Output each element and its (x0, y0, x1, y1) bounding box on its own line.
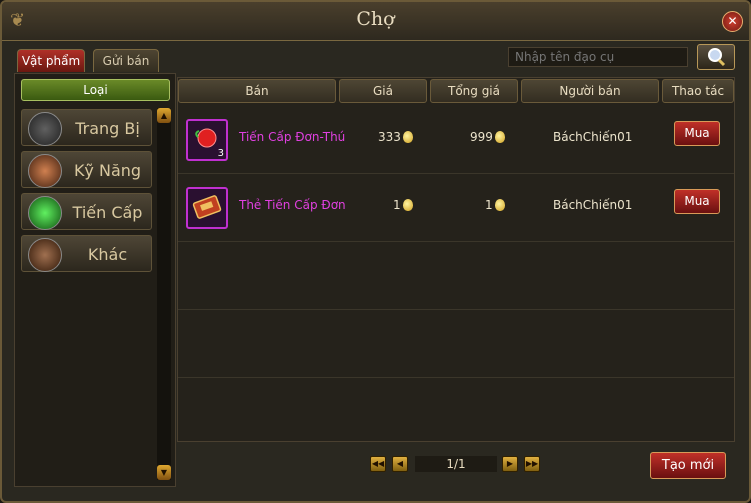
column-header-total: Tổng giá (430, 79, 518, 103)
category-label: Trang Bị (75, 119, 140, 138)
total-value: 999 (470, 130, 493, 144)
first-page-button[interactable]: ◀◀ (370, 456, 386, 472)
search-input[interactable] (508, 47, 688, 67)
category-label: Khác (87, 245, 128, 264)
category-item-upgrade[interactable]: Tiến Cấp (21, 193, 152, 230)
buy-button[interactable]: Mua (674, 189, 720, 214)
tab-consign[interactable]: Gửi bán (93, 49, 159, 72)
column-header-seller: Người bán (521, 79, 659, 103)
total-value: 1 (485, 198, 493, 212)
coin-icon (402, 199, 413, 211)
price-cell: 333 (378, 130, 413, 144)
page-indicator: 1/1 (415, 456, 497, 472)
coin-icon (494, 199, 505, 211)
prev-page-icon: ◀ (396, 459, 404, 468)
price-cell: 1 (393, 198, 413, 212)
skill-book-icon (28, 154, 62, 188)
table-row-empty (178, 241, 734, 310)
column-header-action: Thao tác (662, 79, 734, 103)
table-row: Thẻ Tiến Cấp Đơn 1 1 BáchChiến01 Mua (178, 173, 734, 242)
column-header-item: Bán (178, 79, 336, 103)
create-new-button[interactable]: Tạo mới (650, 452, 726, 479)
price-value: 333 (378, 130, 401, 144)
coin-icon (402, 131, 413, 143)
item-name: Tiến Cấp Đơn-Thú (239, 130, 346, 144)
item-name: Thẻ Tiến Cấp Đơn (239, 198, 346, 212)
coin-icon (494, 131, 505, 143)
sword-icon (28, 112, 62, 146)
seller-name: BáchChiến01 (553, 130, 633, 144)
category-scrollbar[interactable]: ▲ ▼ (157, 108, 171, 480)
last-page-icon: ▶▶ (525, 459, 539, 468)
chest-icon (28, 238, 62, 272)
table-row-empty (178, 309, 734, 378)
scroll-up-icon[interactable]: ▲ (157, 108, 171, 123)
item-quantity: 3 (217, 148, 224, 159)
next-page-button[interactable]: ▶ (502, 456, 518, 472)
prev-page-button[interactable]: ◀ (392, 456, 408, 472)
search-button[interactable] (697, 44, 735, 70)
column-header-price: Giá (339, 79, 427, 103)
window-title: Chợ (356, 8, 395, 30)
category-item-skills[interactable]: Kỹ Năng (21, 151, 152, 188)
last-page-button[interactable]: ▶▶ (524, 456, 540, 472)
card-icon (192, 195, 222, 219)
category-item-equipment[interactable]: Trang Bị (21, 109, 152, 146)
category-header: Loại (21, 79, 170, 101)
total-cell: 999 (470, 130, 505, 144)
close-button[interactable]: ✕ (722, 11, 743, 32)
green-gem-icon (28, 196, 62, 230)
price-value: 1 (393, 198, 401, 212)
scroll-down-icon[interactable]: ▼ (157, 465, 171, 480)
category-label: Kỹ Năng (73, 161, 142, 180)
item-slot[interactable] (186, 187, 228, 229)
category-item-other[interactable]: Khác (21, 235, 152, 272)
item-slot[interactable]: 3 (186, 119, 228, 161)
table-row: 3 Tiến Cấp Đơn-Thú 333 999 BáchChiến01 M… (178, 105, 734, 174)
seller-name: BáchChiến01 (553, 198, 633, 212)
tab-items[interactable]: Vật phẩm (17, 49, 85, 72)
title-bar: ❦ Chợ ✕ (2, 2, 749, 41)
first-page-icon: ◀◀ (371, 459, 385, 468)
buy-button[interactable]: Mua (674, 121, 720, 146)
category-label: Tiến Cấp (72, 203, 143, 222)
next-page-icon: ▶ (506, 459, 514, 468)
table-row-empty (178, 377, 734, 445)
search-icon (708, 48, 726, 67)
total-cell: 1 (485, 198, 505, 212)
